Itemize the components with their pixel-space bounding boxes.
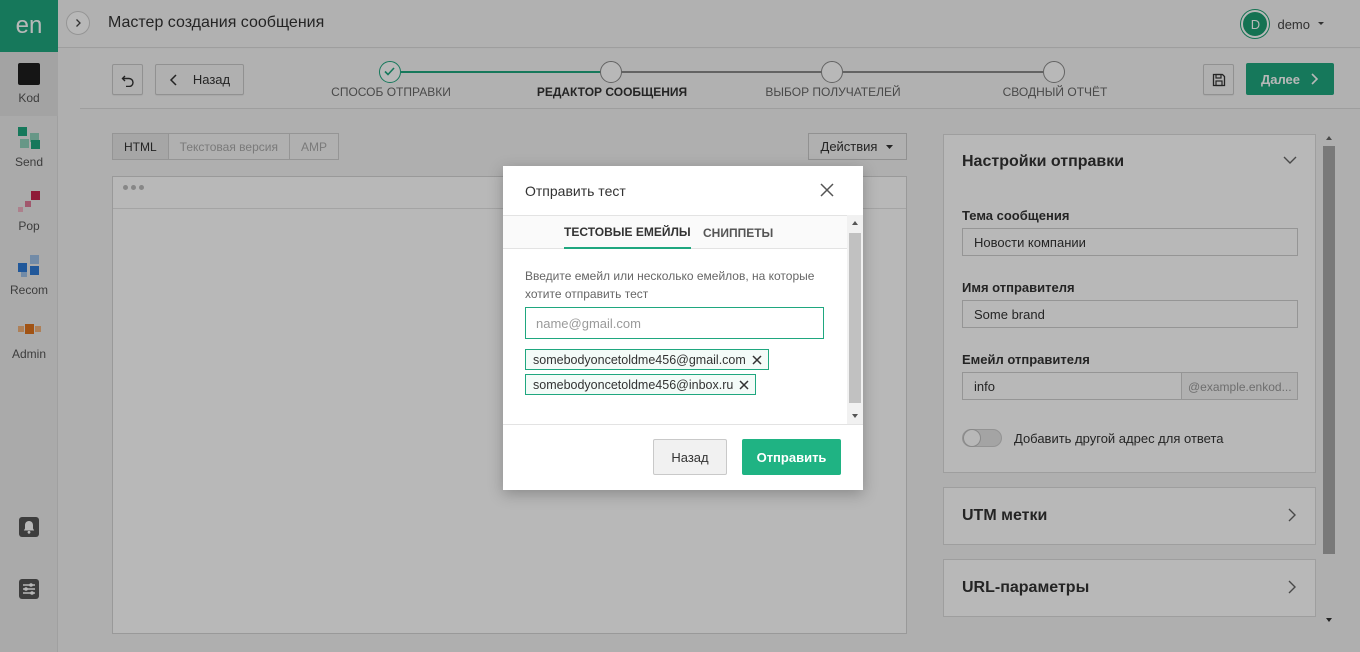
dialog-back-button[interactable]: Назад [653, 439, 727, 475]
dialog-tabs: ТЕСТОВЫЕ ЕМЕЙЛЫ СНИППЕТЫ [503, 215, 847, 249]
email-input[interactable] [525, 307, 824, 339]
remove-icon[interactable] [739, 379, 749, 390]
email-chip-label: somebodyoncetoldme456@inbox.ru [533, 377, 734, 392]
tab-snippets[interactable]: СНИППЕТЫ [703, 216, 773, 249]
email-hint: Введите емейл или несколько емейлов, на … [525, 269, 815, 301]
dialog-body: Введите емейл или несколько емейлов, на … [503, 249, 847, 425]
send-test-button[interactable]: Отправить [742, 439, 841, 475]
tab-test-emails[interactable]: ТЕСТОВЫЕ ЕМЕЙЛЫ [564, 216, 691, 249]
close-icon[interactable] [819, 182, 835, 198]
dialog-title: Отправить тест [525, 183, 626, 199]
send-test-dialog: Отправить тест ТЕСТОВЫЕ ЕМЕЙЛЫ СНИППЕТЫ … [503, 166, 863, 490]
email-chip: somebodyoncetoldme456@gmail.com [525, 349, 769, 370]
email-chip-label: somebodyoncetoldme456@gmail.com [533, 352, 746, 367]
dialog-scrollbar[interactable] [847, 215, 863, 425]
dialog-footer: Назад Отправить [503, 424, 863, 490]
email-chip: somebodyoncetoldme456@inbox.ru [525, 374, 757, 395]
remove-icon[interactable] [752, 354, 762, 365]
